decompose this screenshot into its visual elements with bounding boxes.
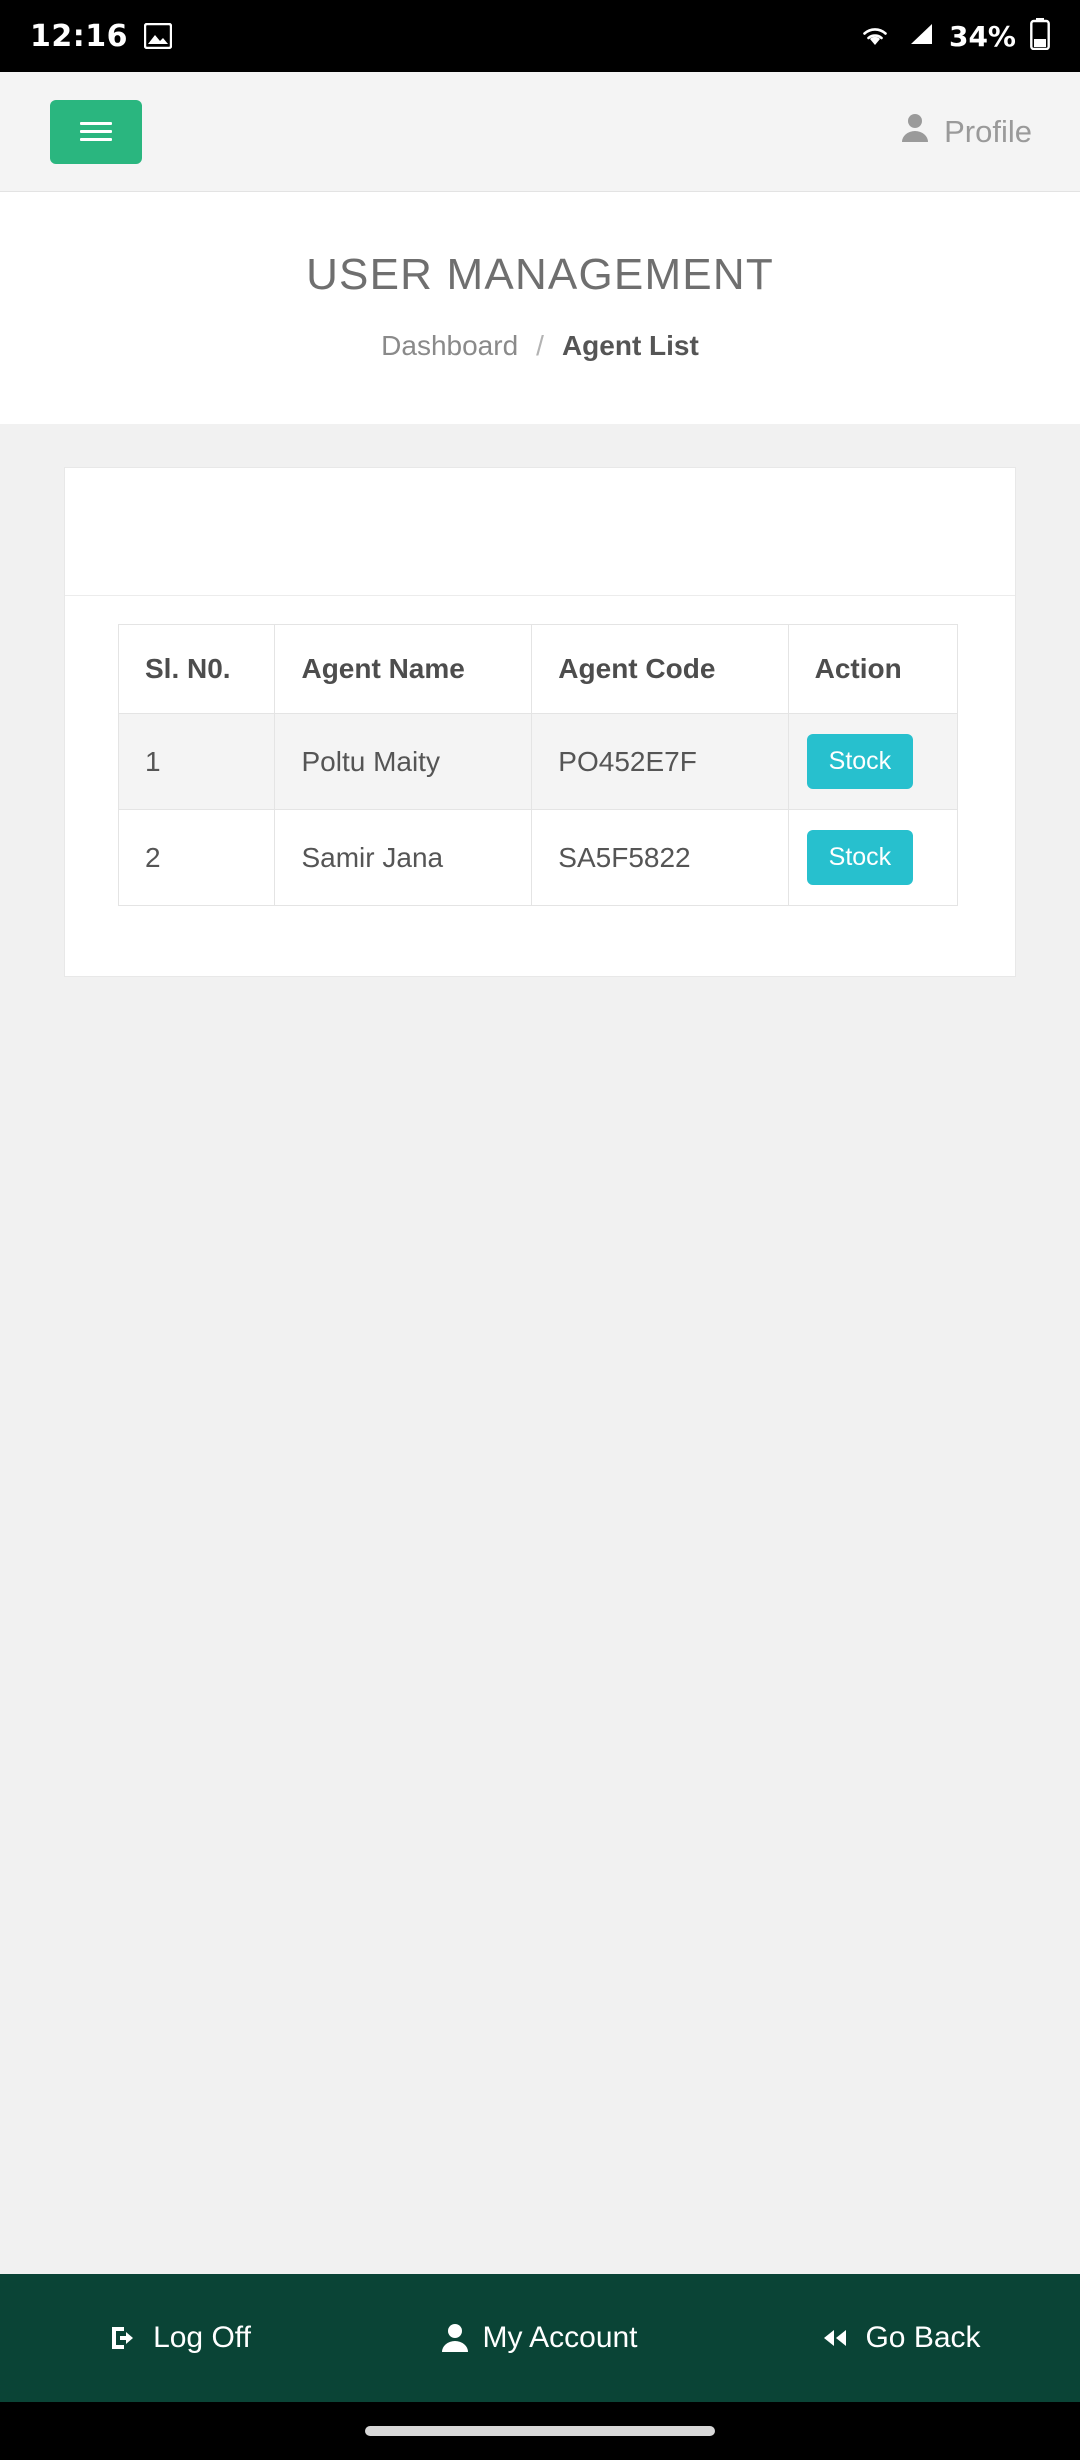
bottom-nav-my-account[interactable]: My Account	[360, 2321, 720, 2355]
wifi-icon	[859, 21, 891, 52]
bottom-nav-bar: Log Off My Account Go Back	[0, 2274, 1080, 2402]
stock-button[interactable]: Stock	[806, 830, 914, 885]
breadcrumb-separator: /	[536, 330, 544, 361]
card-header	[65, 468, 1015, 596]
bottom-nav-my-account-label: My Account	[482, 2321, 638, 2354]
profile-button[interactable]: Profile	[902, 113, 1032, 151]
cellular-signal-icon	[905, 21, 935, 52]
battery-percent-label: 34%	[948, 19, 1016, 53]
column-header-agent-code: Agent Code	[531, 624, 789, 714]
cell-action: Stock	[787, 713, 959, 810]
agent-list-card: Sl. N0. Agent Name Agent Code Action 1 P…	[64, 467, 1016, 977]
cell-agent-code: PO452E7F	[531, 713, 789, 810]
bottom-nav-log-off[interactable]: Log Off	[0, 2321, 360, 2355]
breadcrumb: Dashboard / Agent List	[0, 330, 1080, 362]
page-header: USER MANAGEMENT Dashboard / Agent List	[0, 192, 1080, 424]
page-title: USER MANAGEMENT	[306, 250, 774, 299]
column-header-action: Action	[787, 624, 959, 714]
card-body: Sl. N0. Agent Name Agent Code Action 1 P…	[65, 596, 1015, 976]
agent-table: Sl. N0. Agent Name Agent Code Action 1 P…	[117, 624, 959, 906]
table-row: 1 Poltu Maity PO452E7F Stock	[117, 713, 959, 810]
app-bar: Profile	[0, 72, 1080, 192]
status-bar: 12:16 34%	[0, 0, 1080, 72]
profile-label: Profile	[944, 113, 1032, 149]
agent-table-head: Sl. N0. Agent Name Agent Code Action	[117, 624, 959, 714]
breadcrumb-current: Agent List	[561, 330, 699, 361]
battery-icon	[1030, 17, 1050, 55]
hamburger-menu-button[interactable]	[50, 99, 142, 164]
cell-sl-no: 1	[117, 713, 276, 810]
table-header-row: Sl. N0. Agent Name Agent Code Action	[117, 624, 959, 714]
person-icon	[902, 113, 929, 151]
cell-agent-code: SA5F5822	[531, 809, 789, 906]
page-content: Sl. N0. Agent Name Agent Code Action 1 P…	[0, 424, 1080, 2274]
phone-screen: 12:16 34% Profile USER MANAGEMENT Dashbo…	[0, 0, 1080, 2460]
bottom-nav-log-off-label: Log Off	[153, 2321, 251, 2354]
agent-table-body: 1 Poltu Maity PO452E7F Stock 2 Samir Jan…	[117, 713, 959, 906]
navigation-gesture-bar	[0, 2402, 1080, 2460]
cell-agent-name: Samir Jana	[274, 809, 533, 906]
stock-button[interactable]: Stock	[806, 734, 914, 789]
column-header-agent-name: Agent Name	[274, 624, 533, 714]
table-row: 2 Samir Jana SA5F5822 Stock	[117, 809, 959, 906]
gesture-pill[interactable]	[365, 2426, 715, 2436]
cell-sl-no: 2	[117, 809, 276, 906]
bottom-nav-go-back[interactable]: Go Back	[720, 2321, 1080, 2355]
status-bar-right: 34%	[859, 17, 1050, 55]
cell-action: Stock	[787, 809, 959, 906]
person-icon	[442, 2323, 469, 2353]
breadcrumb-dashboard[interactable]: Dashboard	[381, 330, 518, 362]
cell-agent-name: Poltu Maity	[274, 713, 533, 810]
hamburger-menu-icon	[80, 117, 112, 146]
column-header-sl-no: Sl. N0.	[117, 624, 276, 714]
logout-icon	[109, 2323, 139, 2353]
status-bar-left: 12:16	[30, 19, 172, 54]
status-clock: 12:16	[30, 18, 128, 54]
bottom-nav-go-back-label: Go Back	[865, 2321, 981, 2354]
image-icon	[144, 23, 172, 49]
double-chevron-left-icon	[819, 2324, 851, 2352]
